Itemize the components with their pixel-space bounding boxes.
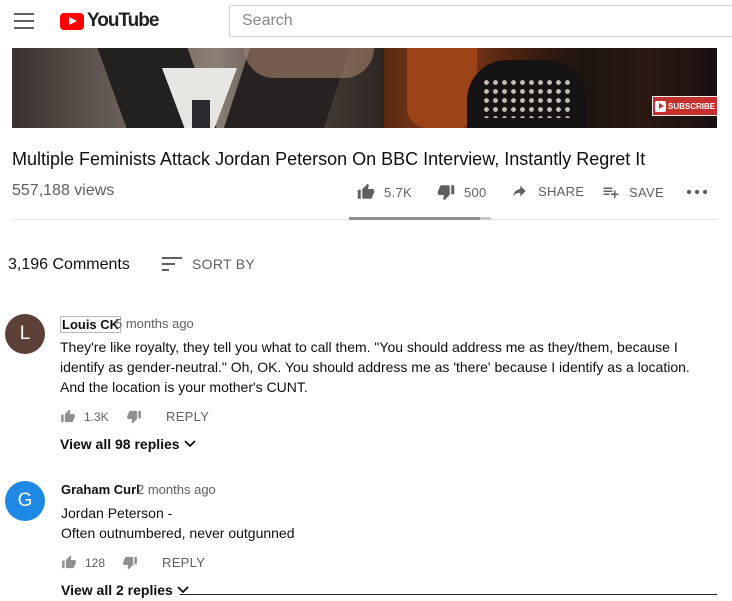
like-button[interactable]: 5.7K [356,183,412,201]
comment-author[interactable]: Louis CK [60,316,122,333]
dislike-count: 500 [464,184,487,200]
search-input[interactable] [229,5,732,37]
sentiment-bar-fill [349,217,480,220]
avatar[interactable]: L [5,314,45,354]
comment-timestamp[interactable]: 5 months ago [115,316,194,331]
thumbs-down-icon [123,556,137,570]
view-replies-label: View all 2 replies [61,582,173,598]
share-label: SHARE [538,183,585,199]
comment-text-line: Jordan Peterson - [61,505,173,521]
comment-like-count: 128 [85,555,106,570]
sort-by-button[interactable]: SORT BY [162,256,255,272]
comment-text: They're like royalty, they tell you what… [60,339,690,395]
view-replies-button[interactable]: View all 98 replies [60,436,196,452]
more-horizontal-icon [686,189,708,195]
video-player[interactable]: SUBSCRIBE [12,48,717,128]
thumbs-up-icon [357,183,375,199]
subscribe-play-icon [655,100,666,112]
comment-like-button[interactable]: 1.3K [60,409,109,424]
chevron-down-icon [183,440,196,448]
avatar-initial: G [17,490,33,511]
avatar[interactable]: G [5,481,45,521]
view-count: 557,188 views [12,182,115,199]
like-count: 5.7K [384,184,412,200]
subscribe-watermark[interactable]: SUBSCRIBE [652,96,717,116]
sort-by-label: SORT BY [192,256,256,272]
youtube-logo[interactable]: YouTube [60,10,159,32]
comment-like-count: 1.3K [84,409,109,424]
thumbs-up-icon [62,555,76,569]
comment-dislike-button[interactable] [122,555,138,575]
youtube-play-icon [60,12,84,30]
avatar-initial: L [19,323,31,344]
reply-button[interactable]: REPLY [162,555,205,570]
thumbs-down-icon [127,410,141,424]
thumbs-up-icon [61,409,75,423]
share-button[interactable]: SHARE [510,183,584,199]
video-title: Multiple Feminists Attack Jordan Peterso… [12,149,646,169]
more-actions-button[interactable] [686,188,708,196]
save-button[interactable]: SAVE [601,183,664,201]
subscribe-label: SUBSCRIBE [668,101,716,111]
hamburger-menu-icon[interactable] [14,13,34,29]
chevron-down-icon [177,586,189,594]
crop-edge-line [180,594,717,595]
playlist-add-icon [603,187,619,198]
dislike-button[interactable]: 500 [436,183,487,201]
thumbs-down-icon [437,185,455,201]
reply-button[interactable]: REPLY [166,409,209,424]
sentiment-bar [349,217,491,220]
logo-text: YouTube [87,10,159,31]
comment-like-button[interactable]: 128 [61,555,105,570]
comment-count: 3,196 Comments [8,256,130,273]
comment-text-line: Often outnumbered, never outgunned [61,525,295,541]
save-label: SAVE [629,184,664,200]
comment-dislike-button[interactable] [126,409,142,429]
view-replies-button[interactable]: View all 2 replies [61,582,189,598]
comment-author[interactable]: Graham Curl [61,482,140,497]
share-arrow-icon [513,185,526,197]
comment-timestamp[interactable]: 2 months ago [137,482,216,497]
masthead: YouTube [0,0,732,48]
sort-icon [162,257,182,271]
view-replies-label: View all 98 replies [60,436,180,452]
